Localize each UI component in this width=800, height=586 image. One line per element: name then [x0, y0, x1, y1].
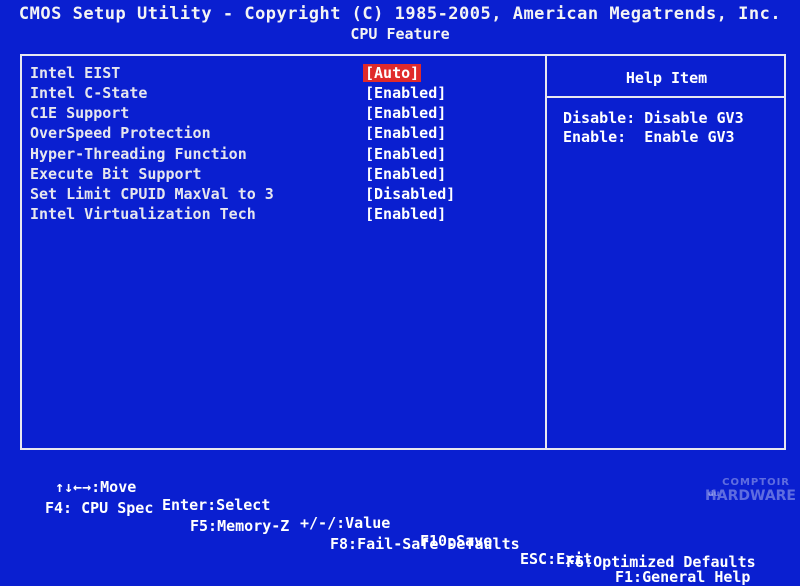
setting-row-virtualization[interactable]: Intel Virtualization Tech [Enabled]	[30, 205, 530, 225]
page-title: CPU Feature	[350, 25, 450, 43]
setting-value[interactable]: [Enabled]	[363, 124, 448, 142]
hint-fail-safe: F8:Fail-Safe Defaults	[330, 535, 520, 553]
setting-label: Intel Virtualization Tech	[30, 205, 256, 223]
setting-label: C1E Support	[30, 104, 130, 122]
watermark-line: COMPTOIR	[722, 477, 790, 488]
watermark-logo: COMPTOIR du HARDWARE	[705, 477, 796, 504]
setting-value[interactable]: [Enabled]	[363, 145, 448, 163]
setting-value-selected[interactable]: [Auto]	[363, 64, 422, 82]
hint-cpu-spec: F4: CPU Spec	[45, 499, 154, 517]
setting-value[interactable]: [Enabled]	[363, 84, 448, 102]
setting-row-overspeed-protection[interactable]: OverSpeed Protection [Enabled]	[30, 124, 530, 144]
bios-title: CMOS Setup Utility - Copyright (C) 1985-…	[18, 4, 782, 24]
setting-row-intel-eist[interactable]: Intel EIST [Auto]	[30, 64, 530, 84]
setting-label: Set Limit CPUID MaxVal to 3	[30, 185, 274, 203]
setting-row-execute-bit[interactable]: Execute Bit Support [Enabled]	[30, 165, 530, 185]
setting-value[interactable]: [Enabled]	[363, 165, 448, 183]
help-line: Enable: Enable GV3	[563, 128, 735, 146]
setting-value[interactable]: [Enabled]	[363, 205, 448, 223]
setting-value[interactable]: [Enabled]	[363, 104, 448, 122]
setting-label: Intel EIST	[30, 64, 121, 82]
hint-optimized: F6:Optimized Defaults	[566, 553, 756, 571]
setting-row-hyper-threading[interactable]: Hyper-Threading Function [Enabled]	[30, 145, 530, 165]
help-title: Help Item	[625, 69, 708, 87]
setting-row-intel-c-state[interactable]: Intel C-State [Enabled]	[30, 84, 530, 104]
setting-label: OverSpeed Protection	[30, 124, 211, 142]
setting-value[interactable]: [Disabled]	[363, 185, 457, 203]
panel-divider	[545, 54, 547, 450]
hint-memory-z: F5:Memory-Z	[190, 517, 290, 535]
setting-row-cpuid-maxval[interactable]: Set Limit CPUID MaxVal to 3 [Disabled]	[30, 185, 530, 205]
help-separator	[547, 96, 786, 98]
help-line: Disable: Disable GV3	[563, 109, 744, 127]
setting-label: Intel C-State	[30, 84, 148, 102]
setting-label: Hyper-Threading Function	[30, 145, 247, 163]
footer-row-2: F4: CPU Spec F5:Memory-Z F8:Fail-Safe De…	[0, 481, 800, 571]
setting-label: Execute Bit Support	[30, 165, 202, 183]
setting-row-c1e-support[interactable]: C1E Support [Enabled]	[30, 104, 530, 124]
watermark-line: HARDWARE	[705, 488, 796, 504]
